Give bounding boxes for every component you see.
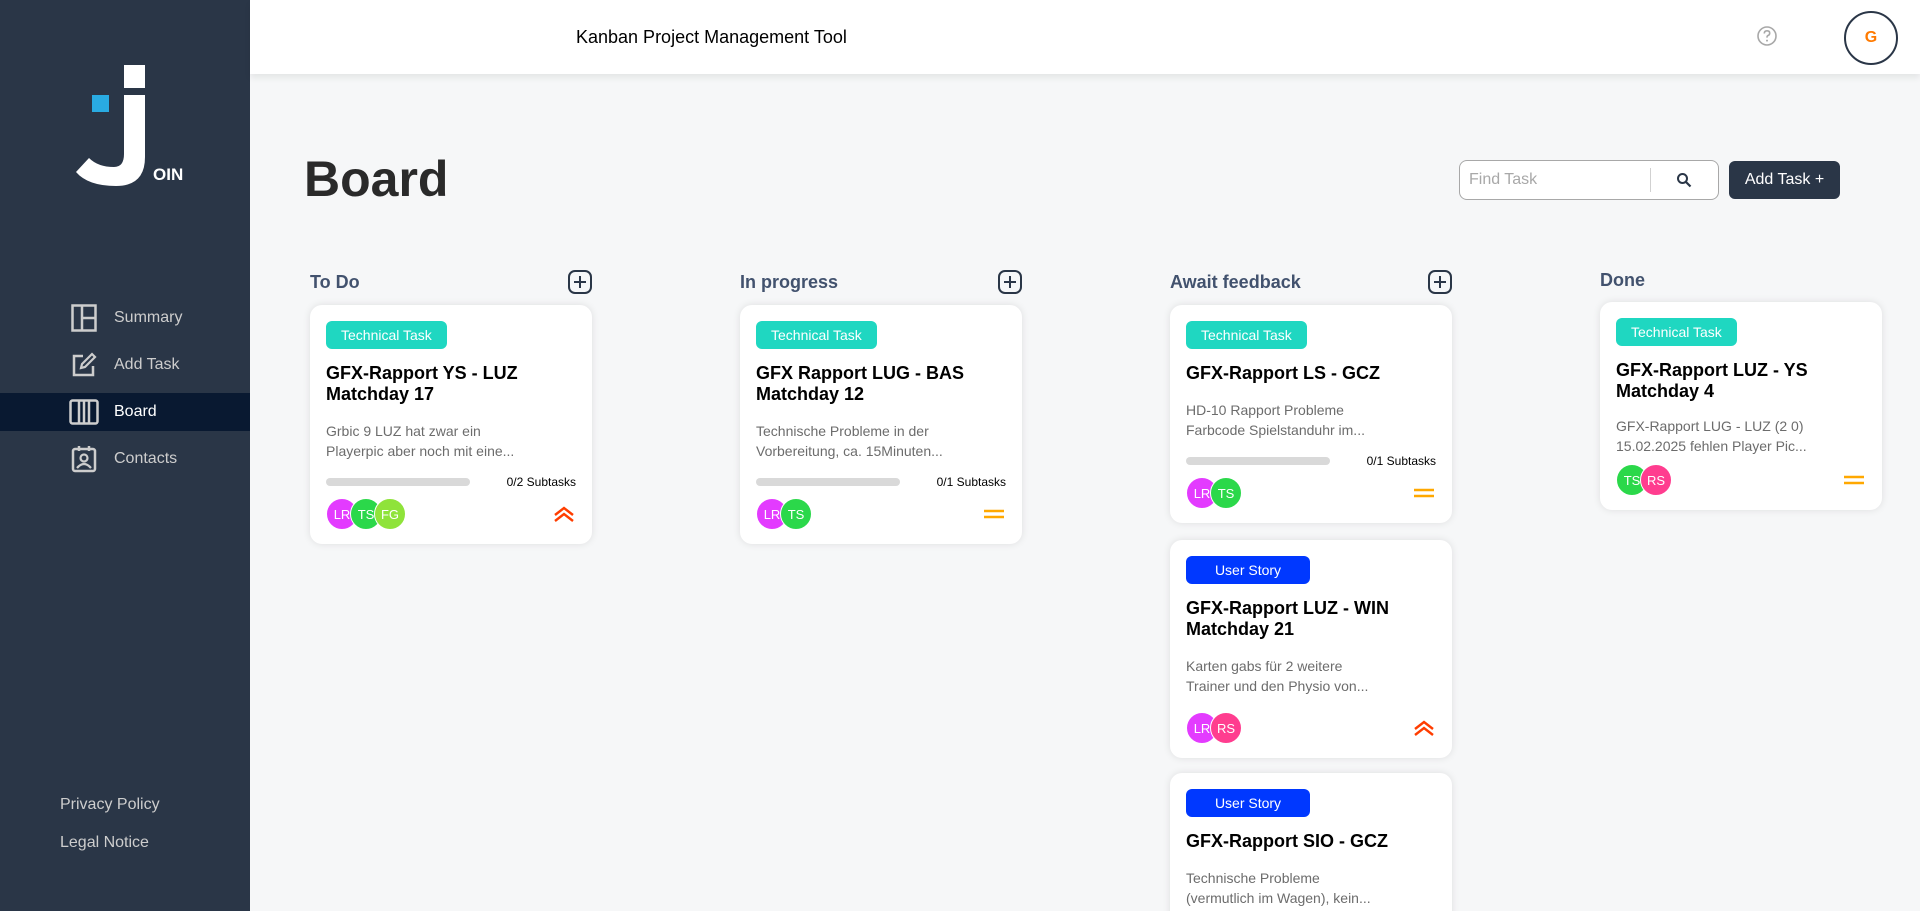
join-logo[interactable]: OIN — [74, 62, 186, 190]
priority-medium-icon — [984, 509, 1004, 519]
task-card[interactable]: User Story GFX-Rapport LUZ - WIN Matchda… — [1170, 540, 1452, 758]
priority-urgent-icon — [554, 506, 574, 522]
add-task-icon — [69, 350, 99, 380]
avatar: RS — [1210, 712, 1242, 744]
column-header-in-progress: In progress — [740, 268, 1022, 296]
task-title: GFX-Rapport LS - GCZ — [1186, 363, 1380, 383]
sidebar-item-label: Add Task — [114, 356, 180, 373]
search-box — [1459, 160, 1719, 200]
sidebar-item-label: Summary — [114, 309, 183, 326]
task-description: Karten gabs für 2 weitere Trainer und de… — [1186, 658, 1369, 694]
priority-medium-icon — [1844, 475, 1864, 485]
card-footer: LR RS — [1186, 712, 1436, 744]
card-footer: TS RS — [1616, 464, 1866, 496]
task-description: HD-10 Rapport Probleme Farbcode Spielsta… — [1186, 402, 1365, 438]
subtask-progress: 0/2 Subtasks — [326, 475, 576, 489]
priority-urgent-icon — [1414, 720, 1434, 736]
task-description: GFX-Rapport LUG - LUZ (2 0) 15.02.2025 f… — [1616, 418, 1807, 454]
progress-bar — [1186, 457, 1330, 465]
avatar: TS — [780, 498, 812, 530]
legal-notice-link[interactable]: Legal Notice — [60, 834, 160, 852]
subtask-progress: 0/1 Subtasks — [1186, 454, 1436, 468]
help-icon[interactable] — [1756, 25, 1778, 47]
logo-text: OIN — [153, 165, 183, 184]
task-description: Technische Probleme in der Vorbereitung,… — [756, 423, 943, 459]
task-title: GFX-Rapport SIO - GCZ — [1186, 831, 1388, 851]
sidebar-item-label: Contacts — [114, 450, 178, 467]
subtask-count: 0/1 Subtasks — [1366, 454, 1436, 468]
task-description: Grbic 9 LUZ hat zwar ein Playerpic aber … — [326, 423, 515, 459]
category-badge: Technical Task — [756, 321, 877, 349]
task-title: GFX-Rapport LUZ - YS Matchday 4 — [1616, 360, 1808, 401]
assignee-avatars: TS RS — [1616, 464, 1672, 496]
sidebar-item-label: Board — [114, 403, 157, 420]
header-title: Kanban Project Management Tool — [576, 27, 847, 47]
sidebar-item-board[interactable]: Board — [0, 393, 250, 431]
card-footer: LR TS — [1186, 477, 1436, 509]
sidebar-nav: Summary Add Task Board Contacts — [0, 299, 250, 487]
column-title: Await feedback — [1170, 271, 1301, 292]
avatar: RS — [1640, 464, 1672, 496]
search-icon — [1677, 173, 1692, 188]
task-title: GFX-Rapport YS - LUZ Matchday 17 — [326, 363, 518, 404]
assignee-avatars: LR TS — [1186, 477, 1242, 509]
add-to-column-icon[interactable] — [568, 270, 592, 294]
assignee-avatars: LR TS — [756, 498, 812, 530]
column-title: Done — [1600, 269, 1645, 290]
column-title: To Do — [310, 271, 360, 292]
task-title: GFX Rapport LUG - BAS Matchday 12 — [756, 363, 964, 404]
task-title: GFX-Rapport LUZ - WIN Matchday 21 — [1186, 598, 1389, 639]
search-input[interactable] — [1460, 171, 1650, 189]
category-badge: User Story — [1186, 556, 1310, 584]
category-badge: Technical Task — [1186, 321, 1307, 349]
task-description: Technische Probleme (vermutlich im Wagen… — [1186, 870, 1371, 906]
sidebar-item-contacts[interactable]: Contacts — [0, 440, 250, 478]
category-badge: Technical Task — [1616, 318, 1737, 346]
task-card[interactable]: Technical Task GFX-Rapport LS - GCZ HD-1… — [1170, 305, 1452, 523]
column-header-done: Done — [1600, 266, 1882, 294]
add-to-column-icon[interactable] — [1428, 270, 1452, 294]
sidebar-item-summary[interactable]: Summary — [0, 299, 250, 337]
task-card[interactable]: Technical Task GFX-Rapport LUZ - YS Matc… — [1600, 302, 1882, 510]
privacy-policy-link[interactable]: Privacy Policy — [60, 796, 160, 814]
contacts-icon — [69, 444, 99, 474]
subtask-count: 0/2 Subtasks — [506, 475, 576, 489]
task-card[interactable]: Technical Task GFX-Rapport YS - LUZ Matc… — [310, 305, 592, 544]
progress-bar — [756, 478, 900, 486]
card-footer: LR TS FG — [326, 498, 576, 530]
sidebar-footer: Privacy Policy Legal Notice — [60, 796, 160, 872]
column-header-todo: To Do — [310, 268, 592, 296]
card-footer: LR TS — [756, 498, 1006, 530]
progress-bar — [326, 478, 470, 486]
add-task-button[interactable]: Add Task + — [1729, 161, 1840, 199]
page-title: Board — [304, 151, 449, 207]
task-card[interactable]: Technical Task GFX Rapport LUG - BAS Mat… — [740, 305, 1022, 544]
category-badge: Technical Task — [326, 321, 447, 349]
assignee-avatars: LR RS — [1186, 712, 1242, 744]
assignee-avatars: LR TS FG — [326, 498, 406, 530]
avatar: TS — [1210, 477, 1242, 509]
board-icon — [69, 397, 99, 427]
user-avatar[interactable]: G — [1844, 11, 1898, 65]
category-badge: User Story — [1186, 789, 1310, 817]
subtask-progress: 0/1 Subtasks — [756, 475, 1006, 489]
top-header: Kanban Project Management Tool G — [250, 0, 1920, 74]
column-title: In progress — [740, 271, 839, 292]
task-card[interactable]: User Story GFX-Rapport SIO - GCZ Technis… — [1170, 773, 1452, 911]
subtask-count: 0/1 Subtasks — [936, 475, 1006, 489]
add-to-column-icon[interactable] — [998, 270, 1022, 294]
avatar: FG — [374, 498, 406, 530]
priority-medium-icon — [1414, 488, 1434, 498]
sidebar: OIN Summary Add Task Board Contacts Priv… — [0, 0, 250, 911]
sidebar-item-add-task[interactable]: Add Task — [0, 346, 250, 384]
summary-icon — [69, 303, 99, 333]
column-header-await-feedback: Await feedback — [1170, 268, 1452, 296]
search-button[interactable] — [1651, 161, 1718, 199]
